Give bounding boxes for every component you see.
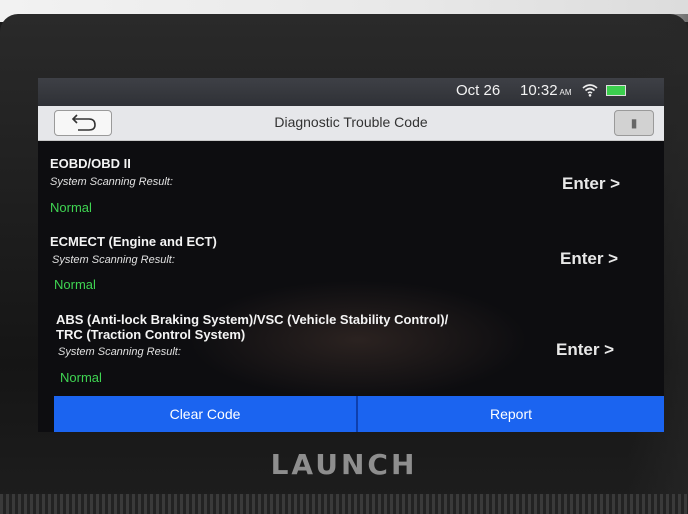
status-time: 10:32 AM <box>520 82 572 99</box>
page-title: Diagnostic Trouble Code <box>274 114 428 130</box>
battery-icon <box>606 85 626 96</box>
list-item: ABS (Anti-lock Braking System)/VSC (Vehi… <box>38 300 664 396</box>
list-item: EOBD/OBD II System Scanning Result: Norm… <box>38 140 664 220</box>
wifi-icon <box>582 83 598 101</box>
system-name-line: EOBD/OBD II <box>50 156 131 171</box>
menu-button[interactable]: ▮ <box>614 110 654 136</box>
status-bar: Oct 26 10:32 AM <box>38 78 664 106</box>
enter-button[interactable]: Enter > <box>556 340 614 360</box>
scan-result-label: System Scanning Result: <box>52 254 175 266</box>
system-name: EOBD/OBD II <box>50 156 131 171</box>
system-name-line: ECMECT (Engine and ECT) <box>50 234 217 249</box>
list-item: ECMECT (Engine and ECT) System Scanning … <box>38 220 664 300</box>
device-screen: Oct 26 10:32 AM Diagnostic Trouble Code ▮ <box>38 78 664 432</box>
report-button[interactable]: Report <box>358 396 664 432</box>
status-clock: 10:32 <box>520 82 558 99</box>
scan-result-value: Normal <box>60 370 102 385</box>
device-texture <box>0 494 688 514</box>
system-name: ABS (Anti-lock Braking System)/VSC (Vehi… <box>56 312 448 342</box>
menu-icon: ▮ <box>630 116 638 130</box>
status-date: Oct 26 <box>456 82 501 99</box>
system-name-line: TRC (Traction Control System) <box>56 327 246 342</box>
system-list: EOBD/OBD II System Scanning Result: Norm… <box>38 140 664 400</box>
scan-result-label: System Scanning Result: <box>50 176 173 188</box>
scan-result-value: Normal <box>50 200 92 215</box>
enter-button[interactable]: Enter > <box>562 174 620 194</box>
clear-code-button[interactable]: Clear Code <box>54 396 356 432</box>
action-bar: Clear Code Report <box>54 396 664 432</box>
system-name: ECMECT (Engine and ECT) <box>50 234 217 249</box>
title-bar: Diagnostic Trouble Code ▮ <box>38 106 664 141</box>
scan-result-label: System Scanning Result: <box>58 346 181 358</box>
scan-result-value: Normal <box>54 277 96 292</box>
enter-button[interactable]: Enter > <box>560 249 618 269</box>
status-ampm: AM <box>559 88 572 97</box>
system-name-line: ABS (Anti-lock Braking System)/VSC (Vehi… <box>56 312 449 327</box>
brand-logo: LAUNCH <box>270 448 418 481</box>
